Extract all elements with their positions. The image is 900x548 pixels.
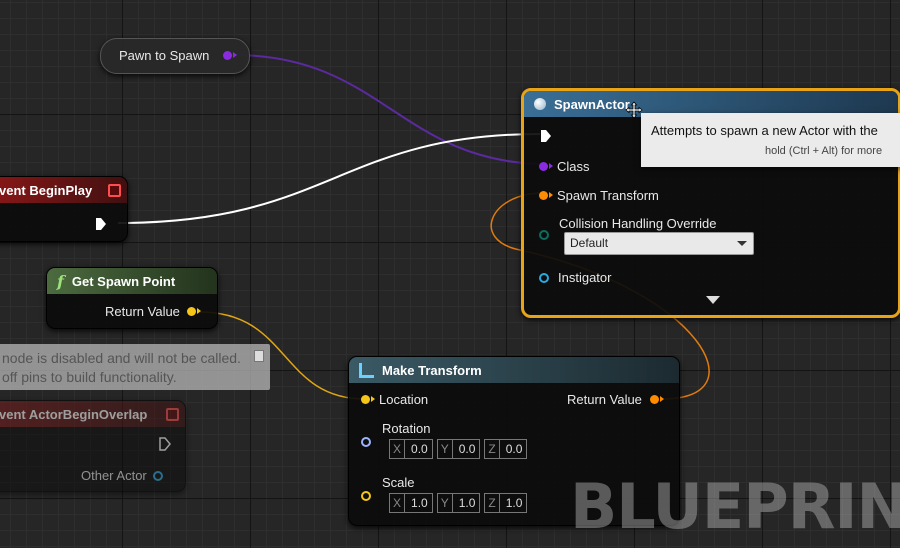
function-icon: f: [57, 271, 64, 291]
wire-exec: [117, 133, 541, 224]
other-actor-label: Other Actor: [81, 468, 147, 483]
class-label: Class: [557, 159, 590, 174]
pawn-to-spawn-label: Pawn to Spawn: [119, 48, 210, 63]
pin-icon[interactable]: [254, 350, 264, 362]
make-transform-return-label: Return Value: [567, 392, 642, 407]
disabled-notice-line-1: node is disabled and will not be called.: [2, 350, 241, 366]
instigator-input-pin[interactable]: [539, 272, 549, 283]
collision-handling-label: Collision Handling Override: [559, 216, 717, 231]
location-input-pin[interactable]: [361, 395, 375, 404]
spawn-actor-tooltip: Attempts to spawn a new Actor with the h…: [641, 113, 900, 167]
get-spawn-point-title: Get Spawn Point: [71, 273, 176, 289]
instigator-label: Instigator: [558, 270, 612, 285]
get-spawn-point-header: f Get Spawn Point: [47, 268, 217, 294]
collision-handling-input-pin[interactable]: [539, 230, 549, 240]
scale-input-pin[interactable]: [361, 491, 371, 501]
pawn-to-spawn-variable-node[interactable]: Pawn to Spawn: [100, 38, 250, 74]
class-input-pin[interactable]: [539, 162, 553, 171]
spawn-transform-label: Spawn Transform: [557, 188, 659, 203]
event-icon: [108, 184, 121, 197]
event-beginplay-node[interactable]: vent BeginPlay: [0, 176, 128, 242]
other-actor-pin[interactable]: [152, 470, 163, 481]
scale-y-field[interactable]: Y 1.0: [436, 493, 481, 513]
struct-icon: [359, 362, 374, 378]
move-cursor-icon: [625, 101, 643, 119]
collision-handling-dropdown[interactable]: Default: [564, 232, 754, 255]
location-label: Location: [379, 392, 429, 407]
scale-x-value: 1.0: [411, 496, 428, 510]
make-transform-return-pin[interactable]: [649, 395, 664, 404]
rotation-label: Rotation: [382, 421, 431, 436]
get-spawn-point-return-label: Return Value: [105, 304, 180, 319]
event-actorbeginoverlap-title: vent ActorBeginOverlap: [0, 406, 148, 422]
scale-label: Scale: [382, 475, 415, 490]
disabled-node-notice: node is disabled and will not be called.…: [0, 344, 270, 390]
spawn-actor-exec-in-pin[interactable]: [540, 129, 552, 143]
event-actorbeginoverlap-header: vent ActorBeginOverlap: [0, 401, 185, 427]
tooltip-hint: hold (Ctrl + Alt) for more: [765, 145, 883, 157]
rotation-z-value: 0.0: [505, 442, 523, 456]
rotation-input-pin[interactable]: [361, 437, 371, 447]
make-transform-header: Make Transform: [349, 357, 679, 383]
pawn-to-spawn-output-pin[interactable]: [223, 51, 237, 60]
tooltip-description: Attempts to spawn a new Actor with the: [651, 123, 878, 138]
event-beginplay-exec-out-pin[interactable]: [95, 217, 107, 231]
event-actorbeginoverlap-node[interactable]: vent ActorBeginOverlap Other Actor: [0, 400, 186, 492]
spawn-actor-title: SpawnActor: [554, 96, 630, 112]
event-beginplay-header: vent BeginPlay: [0, 177, 127, 203]
get-spawn-point-return-pin[interactable]: [186, 307, 201, 316]
spawn-actor-icon: [534, 98, 546, 110]
rotation-y-field[interactable]: Y 0.0: [436, 439, 481, 459]
expand-advanced-arrow-icon[interactable]: [706, 296, 720, 304]
event-icon: [166, 408, 179, 421]
scale-y-value: 1.0: [458, 496, 476, 510]
rotation-x-field[interactable]: X 0.0: [389, 439, 433, 459]
scale-x-field[interactable]: X 1.0: [389, 493, 433, 513]
rotation-z-field[interactable]: Z 0.0: [484, 439, 528, 459]
rotation-x-value: 0.0: [411, 442, 428, 456]
make-transform-title: Make Transform: [382, 362, 482, 378]
get-spawn-point-node[interactable]: f Get Spawn Point Return Value: [46, 267, 218, 329]
scale-z-value: 1.0: [505, 496, 523, 510]
collision-handling-value: Default: [570, 236, 609, 250]
blueprint-watermark: BLUEPRINT: [570, 470, 900, 543]
disabled-notice-line-2: off pins to build functionality.: [2, 369, 177, 385]
spawn-transform-input-pin[interactable]: [539, 191, 553, 200]
scale-z-field[interactable]: Z 1.0: [484, 493, 528, 513]
wire-class: [233, 54, 541, 165]
event-beginplay-title: vent BeginPlay: [0, 182, 93, 198]
dropdown-arrow-icon: [737, 241, 747, 246]
actorbeginoverlap-exec-out-pin[interactable]: [159, 437, 171, 451]
rotation-y-value: 0.0: [458, 442, 476, 456]
